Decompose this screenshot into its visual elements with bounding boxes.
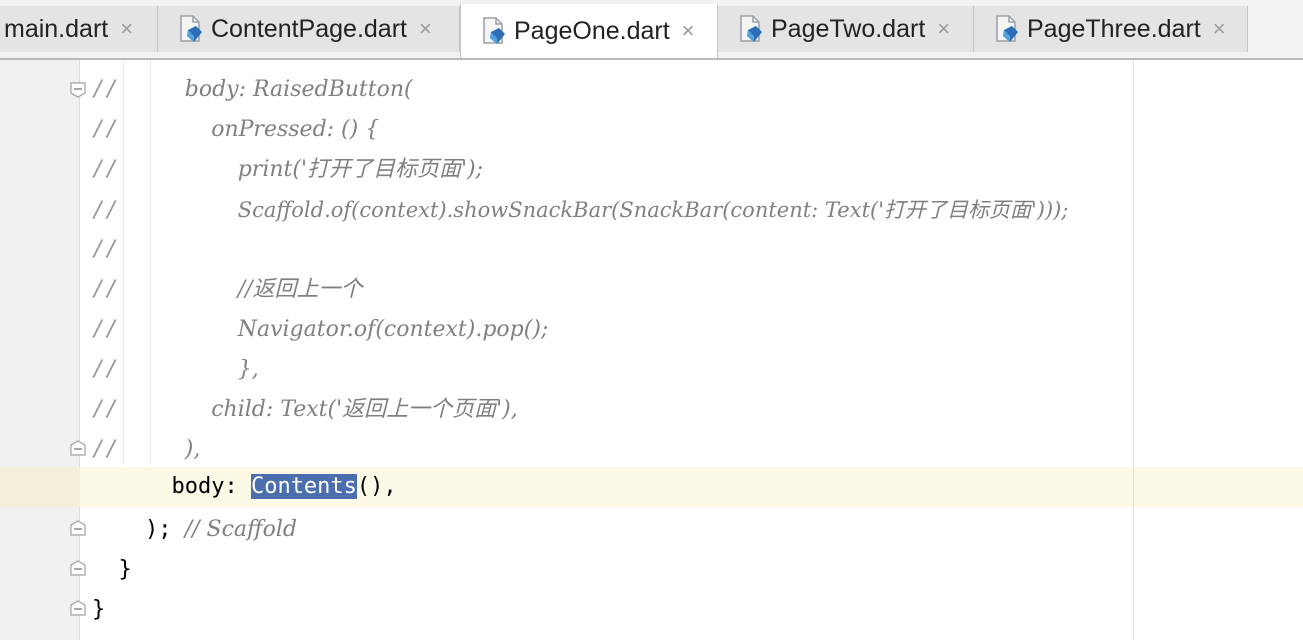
comment-marker: // (92, 277, 119, 302)
close-icon[interactable]: × (419, 16, 432, 42)
current-line-gutter (0, 467, 80, 507)
comment-marker: // (92, 198, 119, 223)
right-margin-guide (1133, 60, 1134, 640)
tab-pagetwo-dart[interactable]: PageTwo.dart × (718, 6, 974, 52)
fold-end-icon[interactable] (70, 520, 86, 536)
comment-text: Navigator.of(context).pop(); (237, 317, 549, 342)
comment-text: //返回上一个 (237, 277, 363, 302)
comment-text: }, (237, 357, 259, 382)
tab-label: PageThree.dart (1027, 14, 1201, 43)
fold-end-icon[interactable] (70, 560, 86, 576)
code-line[interactable]: // body: RaisedButton( (92, 70, 413, 110)
close-icon[interactable]: × (1213, 16, 1226, 42)
comment-text: onPressed: () { (211, 117, 380, 142)
code-line[interactable]: // }, (92, 350, 259, 390)
code-line[interactable]: // Navigator.of(context).pop(); (92, 310, 548, 350)
fold-collapse-icon[interactable] (70, 82, 86, 98)
tab-pageone-dart[interactable]: PageOne.dart × (460, 4, 718, 58)
comment-marker: // (92, 77, 119, 102)
tab-label: ContentPage.dart (211, 14, 407, 43)
dart-file-icon (483, 17, 505, 44)
current-code-line[interactable]: body: Contents(), (92, 467, 397, 507)
comment-text: ), (184, 437, 201, 462)
close-icon[interactable]: × (937, 16, 950, 42)
comment-marker: // (92, 317, 119, 342)
code-line[interactable]: ); // Scaffold (92, 510, 297, 550)
code-line[interactable]: } (92, 590, 105, 630)
code-editor[interactable]: // body: RaisedButton( // onPressed: () … (0, 60, 1303, 640)
code-line[interactable]: // onPressed: () { (92, 110, 379, 150)
code-line[interactable]: // print('打开了目标页面'); (92, 150, 483, 190)
comment-text: print('打开了目标页面'); (237, 157, 484, 182)
tab-main-dart[interactable]: main.dart × (0, 6, 158, 52)
comment-text: Scaffold.of(context).showSnackBar(SnackB… (237, 198, 1069, 222)
dart-file-icon (180, 15, 202, 42)
line-gutter[interactable] (0, 60, 80, 640)
comment-marker: // (92, 237, 119, 262)
comment-marker: // (92, 437, 119, 462)
code-line[interactable]: // (92, 230, 119, 270)
comment-text: child: Text('返回上一个页面'), (211, 397, 518, 422)
comment-marker: // (92, 117, 119, 142)
close-icon[interactable]: × (682, 18, 695, 44)
code-line[interactable]: // Scaffold.of(context).showSnackBar(Sna… (92, 190, 1068, 230)
code-line[interactable]: } (92, 550, 131, 590)
tab-label: PageOne.dart (514, 16, 670, 45)
fold-end-icon[interactable] (70, 440, 86, 456)
comment-marker: // (92, 157, 119, 182)
editor-tab-bar: main.dart × ContentPage.dart × PageOne.d… (0, 0, 1303, 60)
code-line[interactable]: // //返回上一个 (92, 270, 363, 310)
code-line[interactable]: // ), (92, 430, 200, 470)
selected-text[interactable]: Contents (250, 474, 357, 499)
tab-label: PageTwo.dart (771, 14, 926, 43)
code-line[interactable]: // child: Text('返回上一个页面'), (92, 390, 518, 430)
fold-end-icon[interactable] (70, 600, 86, 616)
comment-text: body: RaisedButton( (184, 77, 413, 102)
dart-file-icon (996, 15, 1018, 42)
tab-pagethree-dart[interactable]: PageThree.dart × (974, 6, 1248, 52)
comment-marker: // (92, 397, 119, 422)
close-icon[interactable]: × (120, 16, 133, 42)
tab-contentpage-dart[interactable]: ContentPage.dart × (158, 6, 460, 52)
tab-label: main.dart (4, 14, 109, 43)
comment-text: // Scaffold (184, 517, 297, 542)
comment-marker: // (92, 357, 119, 382)
dart-file-icon (740, 15, 762, 42)
